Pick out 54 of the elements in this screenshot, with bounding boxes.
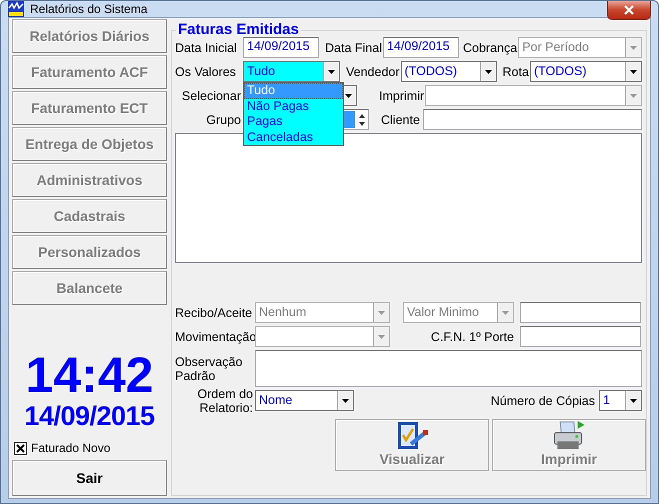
dropdown-option[interactable]: Não Pagas: [244, 98, 343, 114]
window-title: Relatórios do Sistema: [30, 2, 148, 16]
caret-icon: [337, 391, 353, 410]
caret-icon: [625, 62, 641, 81]
field-label: Ordem do Relatorio:: [196, 386, 253, 414]
dropdown-option[interactable]: Canceladas: [244, 130, 343, 145]
field-label: Grupo: [205, 112, 241, 126]
caret-icon: [480, 62, 496, 81]
field-label: Número de Cópias: [490, 394, 595, 408]
caret-icon: [625, 86, 641, 105]
caret-icon: [373, 327, 389, 346]
date-field[interactable]: 14/09/2015: [382, 37, 459, 58]
exit-button[interactable]: Sair: [12, 460, 167, 496]
caret-icon: [497, 303, 513, 322]
caret-icon: [625, 38, 641, 57]
client-field[interactable]: [422, 109, 642, 130]
order-dropdown[interactable]: Nome: [255, 390, 354, 411]
field-label: Cobrança: [462, 40, 518, 54]
checkbox-label: Faturado Novo: [31, 441, 110, 455]
route-dropdown[interactable]: (TODOS): [530, 61, 642, 82]
field-label: Recibo/Aceite: [175, 306, 253, 320]
results-list[interactable]: [175, 133, 642, 263]
date-field[interactable]: 14/09/2015: [243, 37, 319, 58]
field-label: Cliente: [381, 112, 420, 126]
checkbox[interactable]: [14, 442, 27, 454]
caret-icon: [625, 391, 641, 410]
seller-dropdown[interactable]: (TODOS): [400, 61, 497, 82]
notes-field[interactable]: [255, 350, 642, 387]
cfn-field[interactable]: [520, 326, 641, 347]
field-label: Rota: [502, 64, 529, 78]
caret-icon: [373, 303, 389, 322]
field-label: Selecionar: [180, 88, 241, 102]
field-label: Data Inicial: [175, 40, 238, 54]
caret-icon: [323, 62, 339, 81]
checklist-pencil-icon: [395, 421, 429, 451]
field-label: Imprimir: [379, 88, 424, 102]
clock-time: 14:42: [24, 351, 154, 399]
value-field[interactable]: [520, 302, 641, 323]
app-icon: [8, 1, 24, 17]
dropdown-option[interactable]: Tudo: [244, 83, 343, 98]
field-label: Observação Padrão: [175, 354, 244, 382]
close-button[interactable]: [607, 1, 651, 20]
field-label: Data Final: [325, 40, 382, 54]
close-icon: [624, 5, 634, 15]
spin-icon: [358, 112, 366, 126]
clock-date: 14/09/2015: [23, 401, 156, 431]
dropdown-option[interactable]: Pagas: [244, 114, 343, 130]
field-label: Vendedor: [346, 64, 400, 78]
field-label: C.F.N. 1º Porte: [430, 330, 514, 344]
group-title: Faturas Emitidas: [177, 23, 300, 37]
field-label: Movimentação: [175, 330, 253, 344]
field-label: Os Valores: [175, 64, 237, 78]
printer-icon: [551, 420, 587, 451]
copies-dropdown[interactable]: 1: [599, 390, 642, 411]
